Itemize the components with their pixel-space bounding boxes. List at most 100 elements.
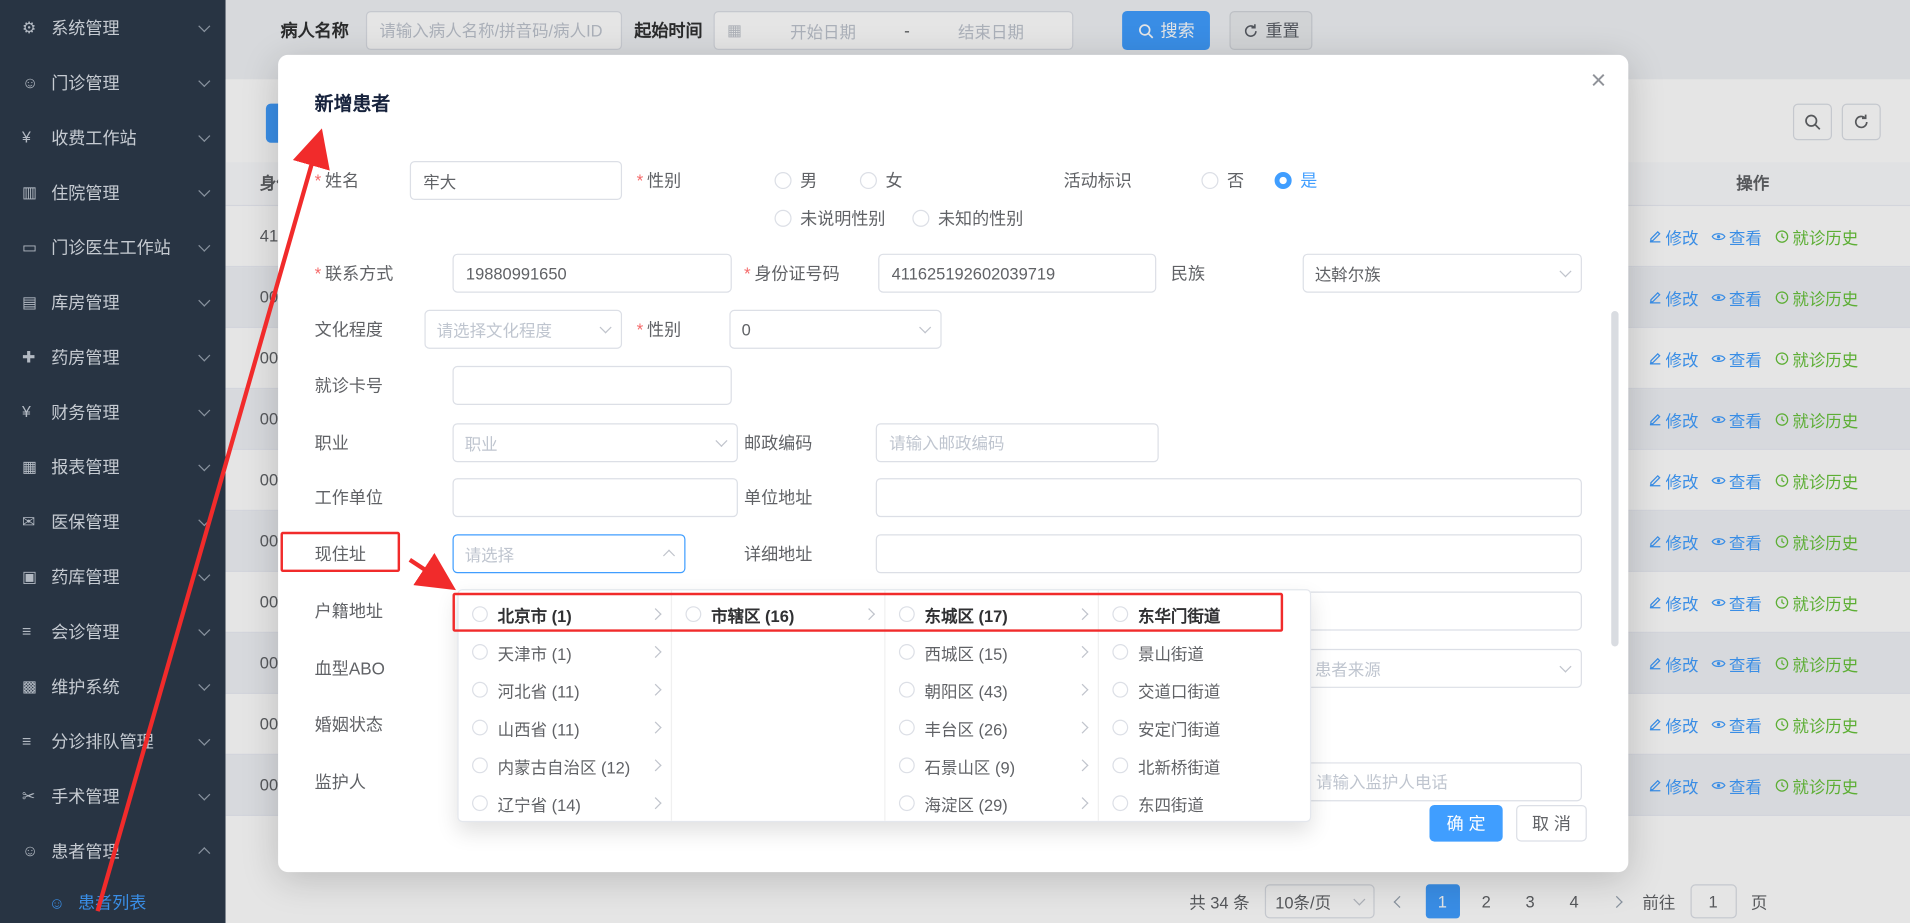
chevron-right-icon [1076, 722, 1088, 734]
work-unit-input[interactable] [453, 478, 738, 517]
unit-address-input[interactable] [876, 478, 1582, 517]
cascader-option-label: 安定门街道 [1138, 715, 1301, 739]
cascader-option[interactable]: 东城区 (17) [886, 595, 1098, 633]
cascader-option[interactable]: 安定门街道 [1099, 709, 1311, 747]
required-asterisk: * [637, 320, 644, 340]
gender-radio-unstated[interactable]: 未说明性别 [775, 199, 886, 238]
chevron-right-icon [1076, 759, 1088, 771]
cascader-option[interactable]: 东华门街道 [1099, 595, 1311, 633]
cascader-option[interactable]: 北新桥街道 [1099, 746, 1311, 784]
cascader-option-label: 东城区 (17) [925, 602, 1079, 626]
current-address-label: 现住址 [315, 534, 366, 573]
cascader-option-label: 辽宁省 (14) [498, 791, 652, 815]
cascader-column: 北京市 (1) 天津市 (1) 河北省 (11) 山西省 (11) 内蒙古自治区 (12… [459, 590, 672, 821]
cascader-option-label: 交道口街道 [1138, 678, 1301, 702]
cascader-option-label: 天津市 (1) [498, 640, 652, 664]
current-address-placeholder: 请选择 [465, 542, 514, 566]
gender-radio-male[interactable]: 男 [775, 161, 818, 200]
education-label: 文化程度 [315, 310, 383, 349]
gender-radio-female[interactable]: 女 [860, 161, 903, 200]
contact-input[interactable] [453, 254, 732, 293]
radio-icon [472, 682, 488, 698]
education-select[interactable]: 请选择文化程度 [424, 310, 622, 349]
chevron-right-icon [863, 608, 875, 620]
card-no-input[interactable] [453, 366, 732, 405]
cascader-column: 东城区 (17) 西城区 (15) 朝阳区 (43) 丰台区 (26) 石景山区 (9)… [886, 590, 1099, 821]
cascader-option[interactable]: 石景山区 (9) [886, 746, 1098, 784]
cascader-option[interactable]: 朝阳区 (43) [886, 671, 1098, 709]
app: ⚙系统管理☺门诊管理¥收费工作站▥住院管理▭门诊医生工作站▤库房管理✚药房管理¥… [0, 0, 1910, 923]
modal-title: 新增患者 [315, 89, 391, 116]
cascader-option[interactable]: 山西省 (11) [459, 709, 671, 747]
occupation-placeholder: 职业 [465, 431, 498, 455]
radio-icon [472, 644, 488, 660]
cascader-option[interactable]: 天津市 (1) [459, 633, 671, 671]
chevron-up-icon [663, 550, 675, 562]
cascader-option[interactable]: 河北省 (11) [459, 671, 671, 709]
occupation-select[interactable]: 职业 [453, 423, 738, 462]
id-number-input[interactable] [878, 254, 1156, 293]
current-address-select[interactable]: 请选择 [453, 534, 686, 573]
work-unit-label: 工作单位 [315, 478, 383, 517]
radio-icon [912, 210, 929, 227]
occupation-label: 职业 [315, 423, 349, 462]
cascader-option-label: 景山街道 [1138, 640, 1301, 664]
radio-icon [472, 795, 488, 811]
patient-source-select[interactable]: 患者来源 [1303, 649, 1582, 688]
screen: ⚙系统管理☺门诊管理¥收费工作站▥住院管理▭门诊医生工作站▤库房管理✚药房管理¥… [0, 0, 1910, 923]
cascader-option[interactable]: 交道口街道 [1099, 671, 1311, 709]
postal-code-label: 邮政编码 [744, 423, 812, 462]
cancel-button[interactable]: 取 消 [1516, 805, 1587, 842]
cascader-option[interactable]: 丰台区 (26) [886, 709, 1098, 747]
chevron-down-icon [600, 321, 612, 333]
active-flag-radio-no[interactable]: 否 [1201, 161, 1244, 200]
gender2-select[interactable]: 0 [729, 310, 941, 349]
ethnicity-label: 民族 [1171, 254, 1205, 293]
address-cascader-dropdown: 北京市 (1) 天津市 (1) 河北省 (11) 山西省 (11) 内蒙古自治区 (12… [457, 589, 1311, 822]
chevron-right-icon [650, 608, 662, 620]
radio-icon [899, 606, 915, 622]
radio-icon [899, 682, 915, 698]
cascader-option-label: 山西省 (11) [498, 715, 652, 739]
cascader-option[interactable]: 辽宁省 (14) [459, 784, 671, 821]
cascader-option[interactable]: 景山街道 [1099, 633, 1311, 671]
modal-scrollbar[interactable] [1611, 311, 1618, 646]
name-input[interactable] [410, 161, 622, 200]
cascader-option[interactable]: 北京市 (1) [459, 595, 671, 633]
radio-icon [1112, 644, 1128, 660]
contact-label: *联系方式 [315, 254, 394, 293]
cascader-option-label: 石景山区 (9) [925, 753, 1079, 777]
gender-radio-unknown[interactable]: 未知的性别 [912, 199, 1023, 238]
cascader-option-label: 丰台区 (26) [925, 715, 1079, 739]
radio-icon [1112, 757, 1128, 773]
chevron-down-icon [1559, 265, 1571, 277]
cascader-option[interactable]: 内蒙古自治区 (12) [459, 746, 671, 784]
required-asterisk: * [637, 171, 644, 191]
detail-address-input[interactable] [876, 534, 1582, 573]
radio-checked-icon [1275, 172, 1292, 189]
confirm-button[interactable]: 确 定 [1429, 805, 1502, 842]
cascader-option-label: 东四街道 [1138, 791, 1301, 815]
card-no-label: 就诊卡号 [315, 366, 383, 405]
radio-icon [899, 720, 915, 736]
guardian-label: 监护人 [315, 762, 366, 801]
gender-label: *性别 [637, 161, 681, 200]
required-asterisk: * [315, 263, 322, 283]
chevron-right-icon [650, 646, 662, 658]
radio-icon [899, 757, 915, 773]
close-icon[interactable]: × [1591, 67, 1607, 94]
active-flag-radio-yes[interactable]: 是 [1275, 161, 1318, 200]
cascader-option[interactable]: 市辖区 (16) [672, 595, 884, 633]
radio-icon [775, 172, 792, 189]
radio-icon [472, 757, 488, 773]
guardian-phone-input[interactable] [1303, 762, 1582, 801]
cascader-option[interactable]: 东四街道 [1099, 784, 1311, 821]
cascader-option-label: 西城区 (15) [925, 640, 1079, 664]
required-asterisk: * [744, 263, 751, 283]
cascader-option[interactable]: 西城区 (15) [886, 633, 1098, 671]
radio-icon [472, 720, 488, 736]
cascader-option-label: 内蒙古自治区 (12) [498, 753, 652, 777]
cascader-option[interactable]: 海淀区 (29) [886, 784, 1098, 821]
postal-code-input[interactable] [876, 423, 1159, 462]
ethnicity-select[interactable]: 达斡尔族 [1303, 254, 1582, 293]
